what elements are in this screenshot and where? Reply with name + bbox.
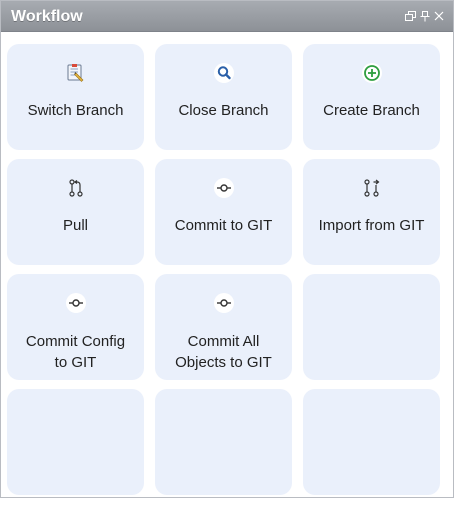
empty-tile[interactable] <box>303 389 440 495</box>
tile-label: Close Branch <box>178 102 269 119</box>
commit-all-objects-to-git-button[interactable]: Commit All Objects to GIT <box>155 274 292 380</box>
tile-label-line-2: Objects to GIT <box>175 354 272 371</box>
commit-icon <box>213 177 235 199</box>
empty-tile[interactable] <box>7 389 144 495</box>
close-branch-button[interactable]: Close Branch <box>155 44 292 150</box>
create-branch-button[interactable]: Create Branch <box>303 44 440 150</box>
tile-label: Commit Config to GIT <box>7 331 144 373</box>
tile-label: Pull <box>62 217 88 234</box>
tile-label: Create Branch <box>323 102 420 119</box>
empty-tile[interactable] <box>303 274 440 380</box>
switch-branch-icon <box>65 62 87 84</box>
tile-label: Import from GIT <box>318 217 425 234</box>
close-icon[interactable] <box>433 10 445 22</box>
empty-tile[interactable] <box>155 389 292 495</box>
tile-label: Commit All Objects to GIT <box>155 331 292 373</box>
tile-label: Commit to GIT <box>174 217 273 234</box>
plus-circle-icon <box>361 62 383 84</box>
restore-icon[interactable] <box>404 10 416 22</box>
pull-request-icon <box>65 177 87 199</box>
magnifier-icon <box>213 62 235 84</box>
commit-icon <box>65 292 87 314</box>
switch-branch-button[interactable]: Switch Branch <box>7 44 144 150</box>
tile-label-line-2: to GIT <box>54 354 97 371</box>
commit-to-git-button[interactable]: Commit to GIT <box>155 159 292 265</box>
workflow-panel: Workflow Switch Branch Close Branch Crea… <box>0 0 454 498</box>
import-from-git-button[interactable]: Import from GIT <box>303 159 440 265</box>
panel-titlebar[interactable]: Workflow <box>1 1 453 32</box>
commit-config-to-git-button[interactable]: Commit Config to GIT <box>7 274 144 380</box>
tile-label-line-1: Commit Config <box>25 333 126 350</box>
tile-label-line-1: Commit All <box>187 333 260 350</box>
pin-icon[interactable] <box>419 10 431 22</box>
pull-button[interactable]: Pull <box>7 159 144 265</box>
workflow-actions-grid: Switch Branch Close Branch Create Branch… <box>7 44 441 495</box>
commit-icon <box>213 292 235 314</box>
panel-title: Workflow <box>11 8 83 25</box>
tile-label: Switch Branch <box>27 102 124 119</box>
import-icon <box>361 177 383 199</box>
